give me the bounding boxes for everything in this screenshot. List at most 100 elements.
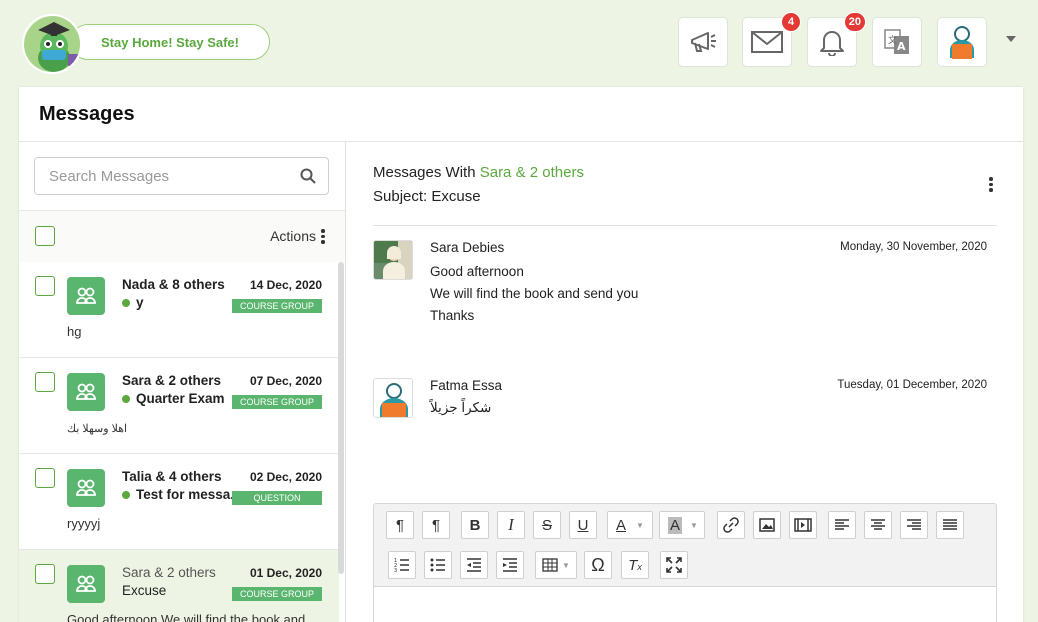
strikethrough-button[interactable]: S [533, 511, 561, 539]
list-item[interactable]: Nada & 8 others 14 Dec, 2020 y COURSE GR… [19, 262, 339, 358]
item-subject: Quarter Exam [122, 391, 225, 406]
paragraph-rtl-icon: ¶ [431, 516, 441, 534]
justify-button[interactable] [936, 511, 964, 539]
participants-link[interactable]: Sara & 2 others [480, 164, 584, 181]
group-icon [67, 565, 105, 603]
item-sender: Sara & 2 others [122, 565, 216, 580]
user-avatar-icon [950, 26, 974, 59]
fullscreen-button[interactable] [660, 551, 688, 579]
messages-button[interactable]: 4 [742, 12, 801, 67]
svg-text:A: A [897, 40, 906, 53]
background-color-button[interactable]: A ▼ [659, 511, 705, 539]
ltr-direction-button[interactable]: ¶ [386, 511, 414, 539]
item-checkbox[interactable] [35, 372, 55, 392]
list-item[interactable]: Sara & 2 others 07 Dec, 2020 Quarter Exa… [19, 358, 339, 454]
item-sender: Talia & 4 others [122, 469, 222, 484]
bold-button[interactable]: B [461, 511, 489, 539]
item-subject-text: Test for messa.. [136, 487, 238, 502]
search-input[interactable] [49, 167, 300, 185]
highlight-color-icon: A [668, 516, 683, 534]
align-center-button[interactable] [864, 511, 892, 539]
strikethrough-icon: S [541, 516, 552, 534]
underline-button[interactable]: U [569, 511, 597, 539]
rtl-direction-button[interactable]: ¶ [422, 511, 450, 539]
megaphone-icon [691, 32, 716, 52]
clear-formatting-button[interactable]: Tx [621, 551, 649, 579]
message-line: Thanks [430, 308, 475, 323]
message-list-pane: Actions Nada & 8 others 14 Dec, 2020 y C… [19, 142, 346, 622]
actions-menu-label[interactable]: Actions [270, 228, 316, 244]
item-sender: Sara & 2 others [122, 373, 222, 388]
bullet-list-icon [430, 558, 445, 572]
indent-button[interactable] [496, 551, 524, 579]
item-date: 14 Dec, 2020 [249, 278, 322, 292]
insert-video-button[interactable] [789, 511, 817, 539]
text-color-button[interactable]: A ▼ [607, 511, 653, 539]
list-item-selected[interactable]: Sara & 2 others 01 Dec, 2020 Excuse COUR… [19, 550, 339, 622]
conversation-menu-icon[interactable] [989, 177, 993, 192]
conversation-subject: Subject: Excuse [373, 188, 481, 205]
announcements-button[interactable] [678, 17, 728, 67]
item-tag: COURSE GROUP [232, 587, 322, 601]
bell-icon [820, 31, 844, 56]
message-list: Nada & 8 others 14 Dec, 2020 y COURSE GR… [19, 262, 345, 622]
outdent-button[interactable] [460, 551, 488, 579]
item-preview: اهلا وسهلا بك [67, 423, 128, 435]
bullet-list-button[interactable] [424, 551, 452, 579]
chevron-down-icon: ▼ [636, 520, 644, 530]
unread-dot [122, 298, 130, 307]
align-left-icon [835, 519, 849, 530]
language-button[interactable]: 文 A [872, 17, 922, 67]
svg-text:文: 文 [888, 34, 897, 46]
page-title: Messages [39, 103, 135, 125]
top-bar: Stay Home! Stay Safe! 4 20 文 A [0, 0, 1038, 86]
translate-icon: 文 A [884, 29, 909, 54]
ordered-list-button[interactable]: 123 [388, 551, 416, 579]
profile-button[interactable] [937, 17, 987, 67]
align-center-icon [871, 519, 885, 530]
actions-kebab-icon[interactable] [321, 229, 325, 244]
list-item[interactable]: Talia & 4 others 02 Dec, 2020 Test for m… [19, 454, 339, 550]
item-date: 02 Dec, 2020 [249, 470, 322, 484]
search-icon[interactable] [300, 168, 316, 184]
item-subject: y [122, 295, 144, 310]
insert-image-button[interactable] [753, 511, 781, 539]
clear-format-icon: Tx [628, 556, 642, 574]
item-subject-text: Excuse [122, 583, 167, 598]
item-checkbox[interactable] [35, 564, 55, 584]
indent-icon [503, 558, 517, 572]
item-checkbox[interactable] [35, 276, 55, 296]
notifications-button[interactable]: 20 [807, 12, 866, 67]
reply-editor: ¶ ¶ B I S U A ▼ A ▼ 1 2 3 ▼ Ω Tx [373, 503, 997, 622]
insert-table-button[interactable]: ▼ [535, 551, 577, 579]
text-color-icon: A [616, 516, 627, 534]
messages-card: Messages Actions Nada & 8 others 14 Dec,… [19, 87, 1023, 622]
chevron-down-icon: ▼ [690, 520, 698, 530]
message-sender: Sara Debies [430, 240, 505, 255]
notifications-badge: 20 [843, 12, 866, 32]
divider [373, 225, 997, 226]
special-character-button[interactable]: Ω [584, 551, 612, 579]
paragraph-ltr-icon: ¶ [395, 516, 405, 534]
table-icon [542, 558, 558, 572]
reply-text-area[interactable] [374, 586, 996, 622]
sender-avatar [373, 240, 413, 280]
mascot-logo[interactable] [22, 14, 82, 74]
align-left-button[interactable] [828, 511, 856, 539]
item-preview: Good afternoon We will find the book and [67, 612, 306, 622]
bold-icon: B [469, 516, 481, 534]
list-scrollbar[interactable] [338, 262, 344, 574]
profile-dropdown-caret[interactable] [1006, 36, 1016, 42]
insert-link-button[interactable] [717, 511, 745, 539]
search-box [34, 157, 329, 195]
messages-badge: 4 [781, 12, 801, 32]
italic-button[interactable]: I [497, 511, 525, 539]
item-date: 01 Dec, 2020 [249, 566, 322, 580]
item-checkbox[interactable] [35, 468, 55, 488]
align-right-button[interactable] [900, 511, 928, 539]
item-subject-text: y [136, 295, 144, 310]
stay-safe-pill: Stay Home! Stay Safe! [70, 24, 270, 60]
group-icon [67, 277, 105, 315]
select-all-checkbox[interactable] [35, 226, 55, 246]
item-preview: hg [67, 324, 82, 339]
